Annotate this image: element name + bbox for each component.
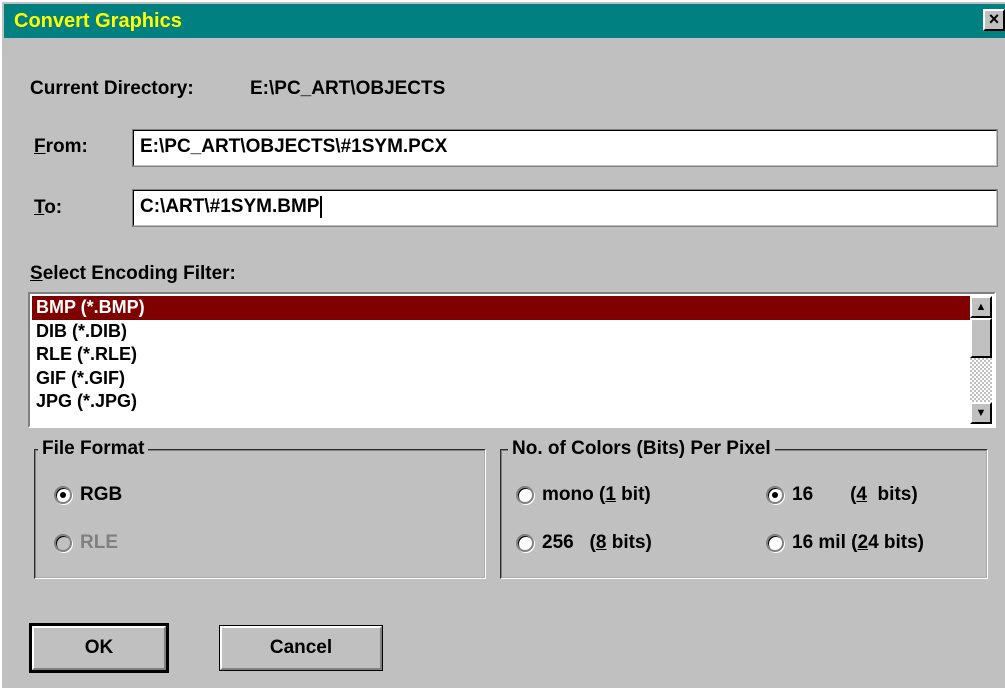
radio-16mil-indicator <box>766 534 784 552</box>
encoding-filter-label: Select Encoding Filter: <box>30 263 236 284</box>
radio-mono[interactable]: mono (1 bit) <box>516 484 651 506</box>
file-format-title: File Format <box>38 438 149 460</box>
scroll-up-button[interactable]: ▲ <box>970 296 992 318</box>
list-item[interactable]: BMP (*.BMP) <box>32 296 972 320</box>
radio-rgb-label: RGB <box>80 484 123 505</box>
radio-16mil-label: 16 mil (24 bits) <box>792 532 925 553</box>
to-label: To: <box>34 197 63 218</box>
convert-graphics-dialog: Convert Graphics × Current Directory: E:… <box>0 0 1005 688</box>
list-item[interactable]: RLE (*.RLE) <box>32 343 972 367</box>
to-field-value: C:\ART\#1SYM.BMP <box>140 196 320 217</box>
list-scrollbar[interactable]: ▲ ▼ <box>970 296 992 424</box>
radio-256[interactable]: 256 (8 bits) <box>516 532 652 554</box>
colors-title: No. of Colors (Bits) Per Pixel <box>508 438 775 460</box>
from-field-value: E:\PC_ART\OBJECTS\#1SYM.PCX <box>140 136 448 157</box>
close-icon: × <box>988 9 1000 29</box>
radio-16-label: 16 (4 bits) <box>792 484 918 505</box>
radio-256-indicator <box>516 534 534 552</box>
current-directory-label: Current Directory: <box>30 78 194 99</box>
radio-16-indicator <box>766 486 784 504</box>
radio-mono-label: mono (1 bit) <box>542 484 651 505</box>
encoding-filter-items: BMP (*.BMP) DIB (*.DIB) RLE (*.RLE) GIF (*.… <box>32 296 972 424</box>
radio-rle-indicator <box>54 534 72 552</box>
from-label: From: <box>34 136 88 157</box>
radio-256-label: 256 (8 bits) <box>542 532 652 553</box>
scroll-down-icon: ▼ <box>975 407 987 419</box>
text-caret <box>320 195 323 218</box>
scroll-thumb[interactable] <box>970 318 992 358</box>
radio-rle-label: RLE <box>80 532 118 553</box>
radio-rle[interactable]: RLE <box>54 532 118 554</box>
radio-mono-indicator <box>516 486 534 504</box>
title-bar[interactable]: Convert Graphics × <box>4 4 1005 38</box>
close-button[interactable]: × <box>983 9 1005 31</box>
list-item[interactable]: GIF (*.GIF) <box>32 367 972 391</box>
radio-rgb-indicator <box>54 486 72 504</box>
colors-group <box>500 449 988 579</box>
encoding-filter-list[interactable]: BMP (*.BMP) DIB (*.DIB) RLE (*.RLE) GIF (*.… <box>28 292 996 428</box>
file-format-group <box>34 449 486 579</box>
radio-16[interactable]: 16 (4 bits) <box>766 484 918 506</box>
scroll-track[interactable] <box>970 358 992 402</box>
to-field[interactable]: C:\ART\#1SYM.BMP <box>132 189 998 227</box>
list-item[interactable]: DIB (*.DIB) <box>32 320 972 344</box>
window-title: Convert Graphics <box>14 10 182 32</box>
radio-rgb[interactable]: RGB <box>54 484 122 506</box>
ok-button[interactable]: OK <box>29 623 169 673</box>
scroll-up-icon: ▲ <box>975 301 987 313</box>
cancel-button[interactable]: Cancel <box>219 625 383 671</box>
current-directory-value: E:\PC_ART\OBJECTS <box>250 78 446 99</box>
scroll-down-button[interactable]: ▼ <box>970 402 992 424</box>
list-item[interactable]: JPG (*.JPG) <box>32 390 972 414</box>
from-field[interactable]: E:\PC_ART\OBJECTS\#1SYM.PCX <box>132 129 998 167</box>
radio-16mil[interactable]: 16 mil (24 bits) <box>766 532 924 554</box>
